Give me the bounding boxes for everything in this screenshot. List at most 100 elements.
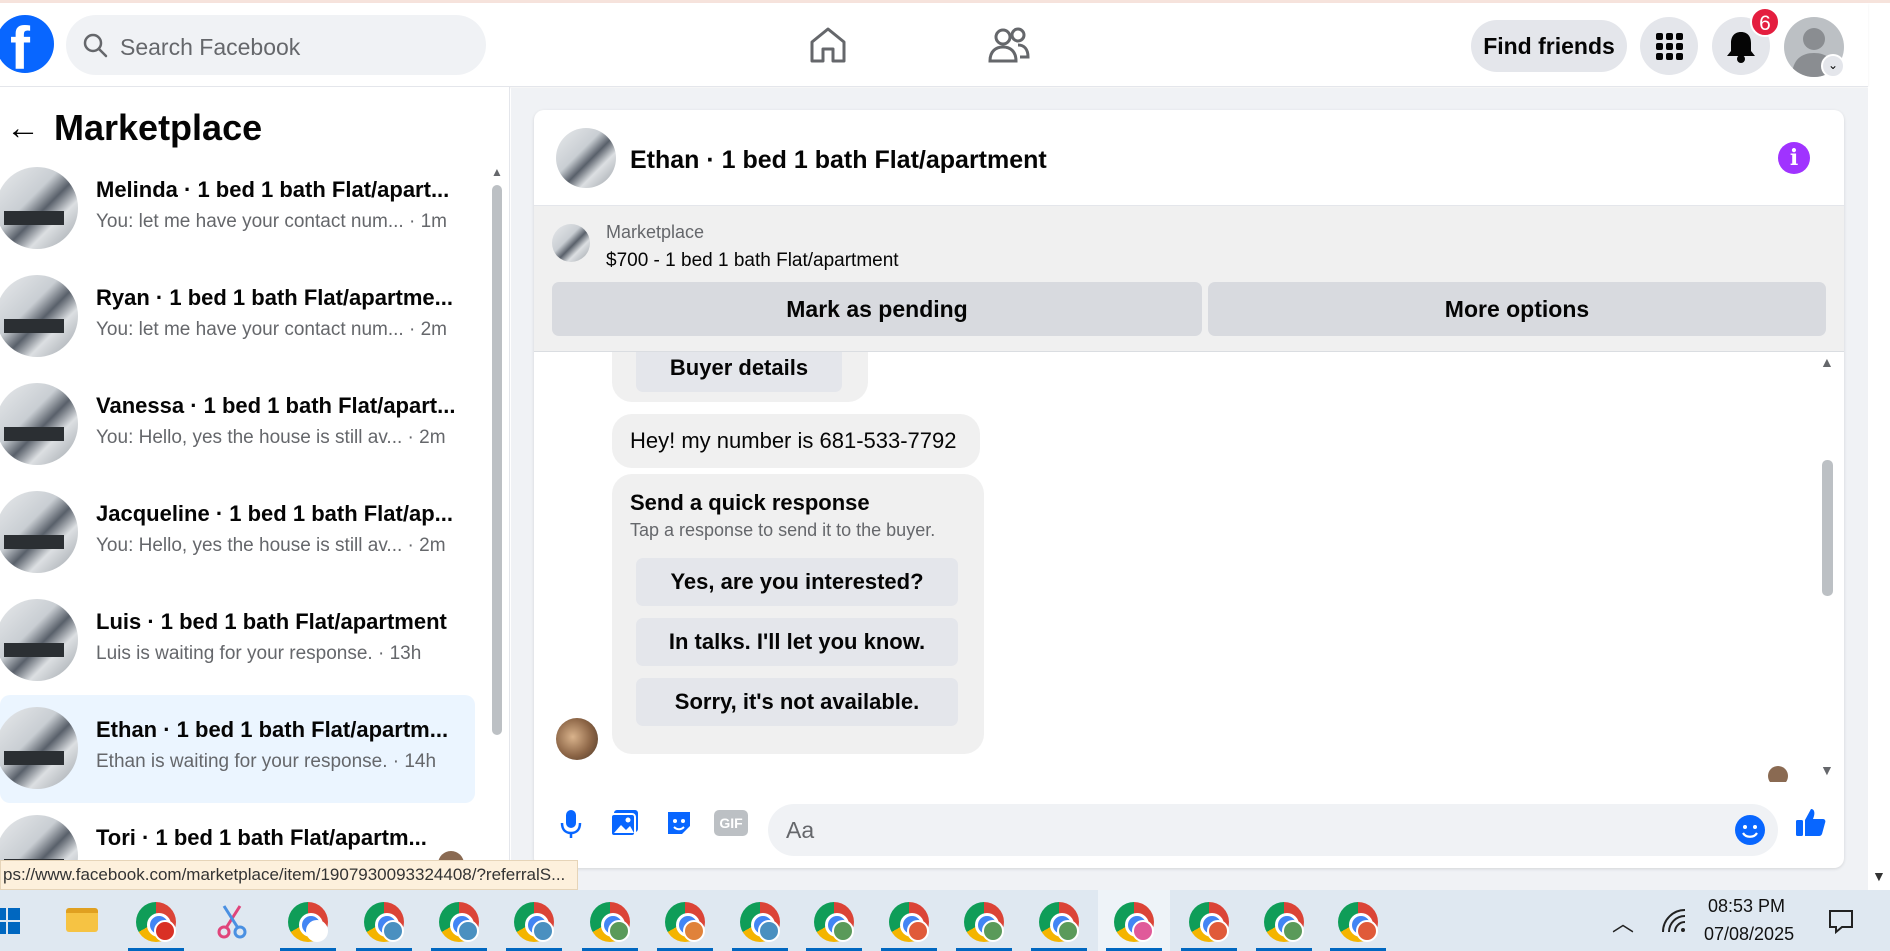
conversation-snippet: Ethan is waiting for your response. · 14… [96,751,437,772]
conversation-name: Ethan · 1 bed 1 bath Flat/apartm... [96,717,449,742]
listing-thumbnail [0,491,78,573]
scroll-up-arrow-icon[interactable]: ▲ [1820,354,1834,370]
taskbar-chrome-icon[interactable] [1248,890,1320,951]
gif-icon[interactable]: GIF [714,810,748,836]
quick-response-button[interactable]: Yes, are you interested? [636,558,958,606]
quick-response-subtitle: Tap a response to send it to the buyer. [630,520,936,540]
search-input[interactable]: Search Facebook [66,15,486,75]
profile-badge [154,920,176,942]
back-arrow-icon[interactable]: ← [6,109,40,148]
conversation-item[interactable]: Melinda · 1 bed 1 bath Flat/apart... You… [0,155,475,263]
conversation-snippet: You: Hello, yes the house is still av...… [96,535,446,556]
profile-badge [306,920,328,942]
listing-thumbnail [0,707,78,789]
page-scrollbar[interactable] [1868,87,1890,890]
sticker-icon[interactable] [660,804,698,842]
taskbar-chrome-icon[interactable] [1023,890,1095,951]
sidebar-scrollbar[interactable] [492,185,502,735]
profile-badge [758,920,780,942]
wifi-icon[interactable] [1660,908,1688,934]
listing-thumbnail[interactable] [552,224,590,262]
profile-badge [683,920,705,942]
profile-badge [382,920,404,942]
profile-badge [1207,920,1229,942]
conversation-item[interactable]: Luis · 1 bed 1 bath Flat/apartment Luis … [0,587,475,695]
conversation-item-active[interactable]: Ethan · 1 bed 1 bath Flat/apartm... Etha… [0,695,475,803]
snipping-tool-icon [217,905,247,939]
menu-button[interactable] [1640,17,1698,75]
account-chevron-down-icon[interactable]: ⌄ [1821,54,1845,78]
conversation-item[interactable]: Jacqueline · 1 bed 1 bath Flat/ap... You… [0,479,475,587]
home-icon [810,27,846,63]
chevron-up-icon[interactable]: ︿ [1612,906,1634,938]
listing-price[interactable]: $700 - 1 bed 1 bath Flat/apartment [606,250,899,272]
taskbar-chrome-icon[interactable] [948,890,1020,951]
taskbar-chrome-icon[interactable] [120,890,192,951]
conversation-name: Ryan · 1 bed 1 bath Flat/apartme... [96,285,453,310]
profile-badge [907,920,929,942]
scroll-down-arrow-icon[interactable]: ▼ [1820,762,1834,778]
file-explorer-icon[interactable] [46,890,118,951]
chat-avatar[interactable] [556,128,616,188]
taskbar-chrome-icon[interactable] [649,890,721,951]
conversation-item[interactable]: Vanessa · 1 bed 1 bath Flat/apart... You… [0,371,475,479]
taskbar-chrome-icon[interactable] [798,890,870,951]
search-placeholder: Search Facebook [120,34,301,60]
quick-response-button[interactable]: In talks. I'll let you know. [636,618,958,666]
listing-thumbnail [0,599,78,681]
listing-banner: Marketplace $700 - 1 bed 1 bath Flat/apa… [534,206,1844,352]
chat-header: Ethan · 1 bed 1 bath Flat/apartment i [534,110,1844,206]
notification-center-icon[interactable] [1828,908,1854,934]
emoji-icon[interactable] [1734,814,1766,846]
windows-taskbar: ︿ 08:53 PM 07/08/2025 [0,890,1890,951]
conversation-name: Jacqueline · 1 bed 1 bath Flat/ap... [96,501,453,526]
mark-as-pending-button[interactable]: Mark as pending [552,282,1202,336]
listing-thumbnail [0,167,78,249]
find-friends-button[interactable]: Find friends [1471,20,1627,72]
chat-scrollbar[interactable] [1822,460,1833,596]
taskbar-chrome-icon[interactable] [423,890,495,951]
taskbar-chrome-icon[interactable] [498,890,570,951]
profile-badge [457,920,479,942]
message-list: Buyer details Hey! my number is 681-533-… [534,352,1844,782]
taskbar-app-icon[interactable] [196,890,268,951]
profile-badge [1356,920,1378,942]
taskbar-chrome-icon[interactable] [724,890,796,951]
scroll-up-arrow-icon[interactable]: ▲ [491,165,503,179]
windows-start-icon[interactable] [0,908,20,934]
page-scroll-down-arrow-icon[interactable]: ▼ [1872,868,1886,884]
buyer-details-button[interactable]: Buyer details [636,352,842,392]
quick-response-title: Send a quick response [630,490,870,515]
taskbar-chrome-icon[interactable] [272,890,344,951]
taskbar-chrome-icon[interactable] [1173,890,1245,951]
message-placeholder: Aa [786,817,815,843]
facebook-top-bar: f Search Facebook Find friends 6 ⌄ [0,3,1868,87]
conversation-name: Tori · 1 bed 1 bath Flat/apartm... [96,825,427,850]
quick-response-button[interactable]: Sorry, it's not available. [636,678,958,726]
listing-label: Marketplace [606,222,705,242]
conversation-snippet: You: let me have your contact num... · 1… [96,211,447,232]
clock-time[interactable]: 08:53 PM [1708,896,1785,917]
chat-title[interactable]: Ethan · 1 bed 1 bath Flat/apartment [630,146,1047,175]
info-icon[interactable]: i [1778,142,1810,174]
home-nav-button[interactable] [808,25,848,70]
taskbar-chrome-icon-active[interactable] [1098,890,1170,951]
conversation-snippet: You: let me have your contact num... · 2… [96,319,447,340]
taskbar-chrome-icon[interactable] [348,890,420,951]
taskbar-chrome-icon[interactable] [873,890,945,951]
search-icon [83,33,108,58]
friends-nav-button[interactable] [988,25,1030,70]
profile-badge [608,920,630,942]
chat-panel: Ethan · 1 bed 1 bath Flat/apartment i Ma… [534,110,1844,868]
facebook-logo[interactable]: f [0,15,54,81]
thumbs-up-icon[interactable] [1792,804,1830,842]
microphone-icon[interactable] [552,804,590,842]
clock-date[interactable]: 07/08/2025 [1704,924,1794,945]
more-options-button[interactable]: More options [1208,282,1826,336]
taskbar-chrome-icon[interactable] [574,890,646,951]
photo-icon[interactable] [606,804,644,842]
message-input[interactable]: Aa [768,804,1778,856]
conversation-item[interactable]: Ryan · 1 bed 1 bath Flat/apartme... You:… [0,263,475,371]
taskbar-chrome-icon[interactable] [1322,890,1394,951]
conversation-snippet: Luis is waiting for your response. · 13h [96,643,422,664]
